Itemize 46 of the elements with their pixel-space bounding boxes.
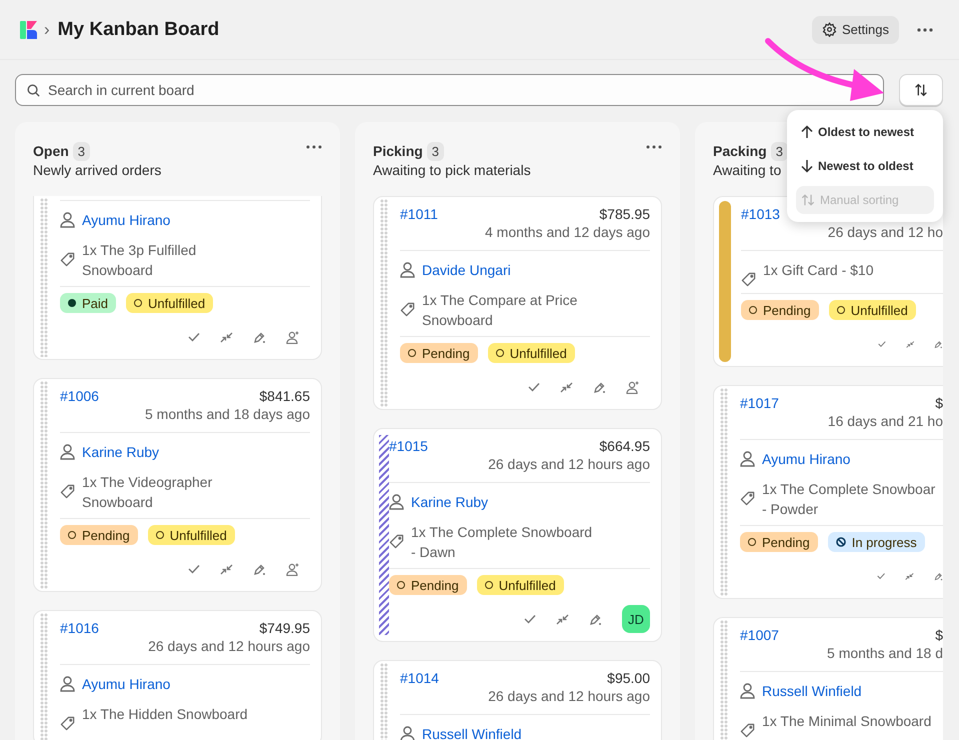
status-badge: Unfulfilled <box>476 575 564 595</box>
status-badge: Unfulfilled <box>148 525 235 545</box>
order-price: $749.95 <box>259 619 310 637</box>
column-description: Newly arrived orders <box>33 162 162 178</box>
order-time: 26 days and 12 hours ago <box>148 637 310 655</box>
product-text: 1x The Compare at Price Snowboard <box>422 291 578 330</box>
order-time: 16 days and 21 ho <box>828 412 943 430</box>
order-price: $841.65 <box>259 387 310 405</box>
column-title: Picking <box>373 143 423 159</box>
product-text: 1x Gift Card - $10 <box>763 261 874 280</box>
order-price: $785.95 <box>599 205 650 223</box>
status-badge: Unfulfilled <box>488 343 575 363</box>
order-time: 5 months and 18 days ago <box>144 405 310 423</box>
status-badge: Pending <box>389 575 467 595</box>
column-description: Awaiting to pick materials <box>373 162 531 178</box>
product-text: 1x The Videographer Snowboard <box>82 473 212 512</box>
board-title: My Kanban Board <box>58 18 220 40</box>
column-title: Open <box>33 143 69 159</box>
order-time: 4 months and 12 days ago <box>484 223 650 241</box>
status-badge: Paid <box>60 293 116 313</box>
count-badge: 3 <box>770 142 788 160</box>
order-time: 26 days and 12 hours ago <box>488 455 650 473</box>
status-badge: Pending <box>741 300 819 320</box>
order-price: $664.95 <box>599 437 650 455</box>
product-text: 1x The Complete Snowboard - Dawn <box>411 523 592 562</box>
status-badge: Unfulfilled <box>126 293 214 313</box>
status-badge: Pending <box>400 343 478 363</box>
product-text: 1x The Complete Snowboar - Powder <box>762 480 936 519</box>
column-title: Packing <box>713 143 767 159</box>
count-badge: 3 <box>72 142 90 160</box>
status-badge: Unfulfilled <box>828 300 916 320</box>
product-text: 1x The 3p Fulfilled Snowboard <box>82 241 196 280</box>
breadcrumb-separator: › <box>44 20 50 40</box>
order-time: 5 months and 18 d <box>827 644 943 662</box>
order-time: 26 days and 12 ho <box>828 223 943 241</box>
column-description: Awaiting to <box>713 162 782 178</box>
order-time: 26 days and 12 hours ago <box>488 687 650 705</box>
order-price: $ <box>935 394 943 412</box>
status-badge: In progress <box>828 532 925 552</box>
status-badge: Pending <box>60 525 138 545</box>
count-badge: 3 <box>426 142 444 160</box>
product-text: 1x The Hidden Snowboard <box>82 705 248 724</box>
product-text: 1x The Minimal Snowboard <box>762 712 932 731</box>
status-badge: Pending <box>740 532 818 552</box>
order-price: $ <box>935 626 943 644</box>
order-price: $95.00 <box>607 669 650 687</box>
